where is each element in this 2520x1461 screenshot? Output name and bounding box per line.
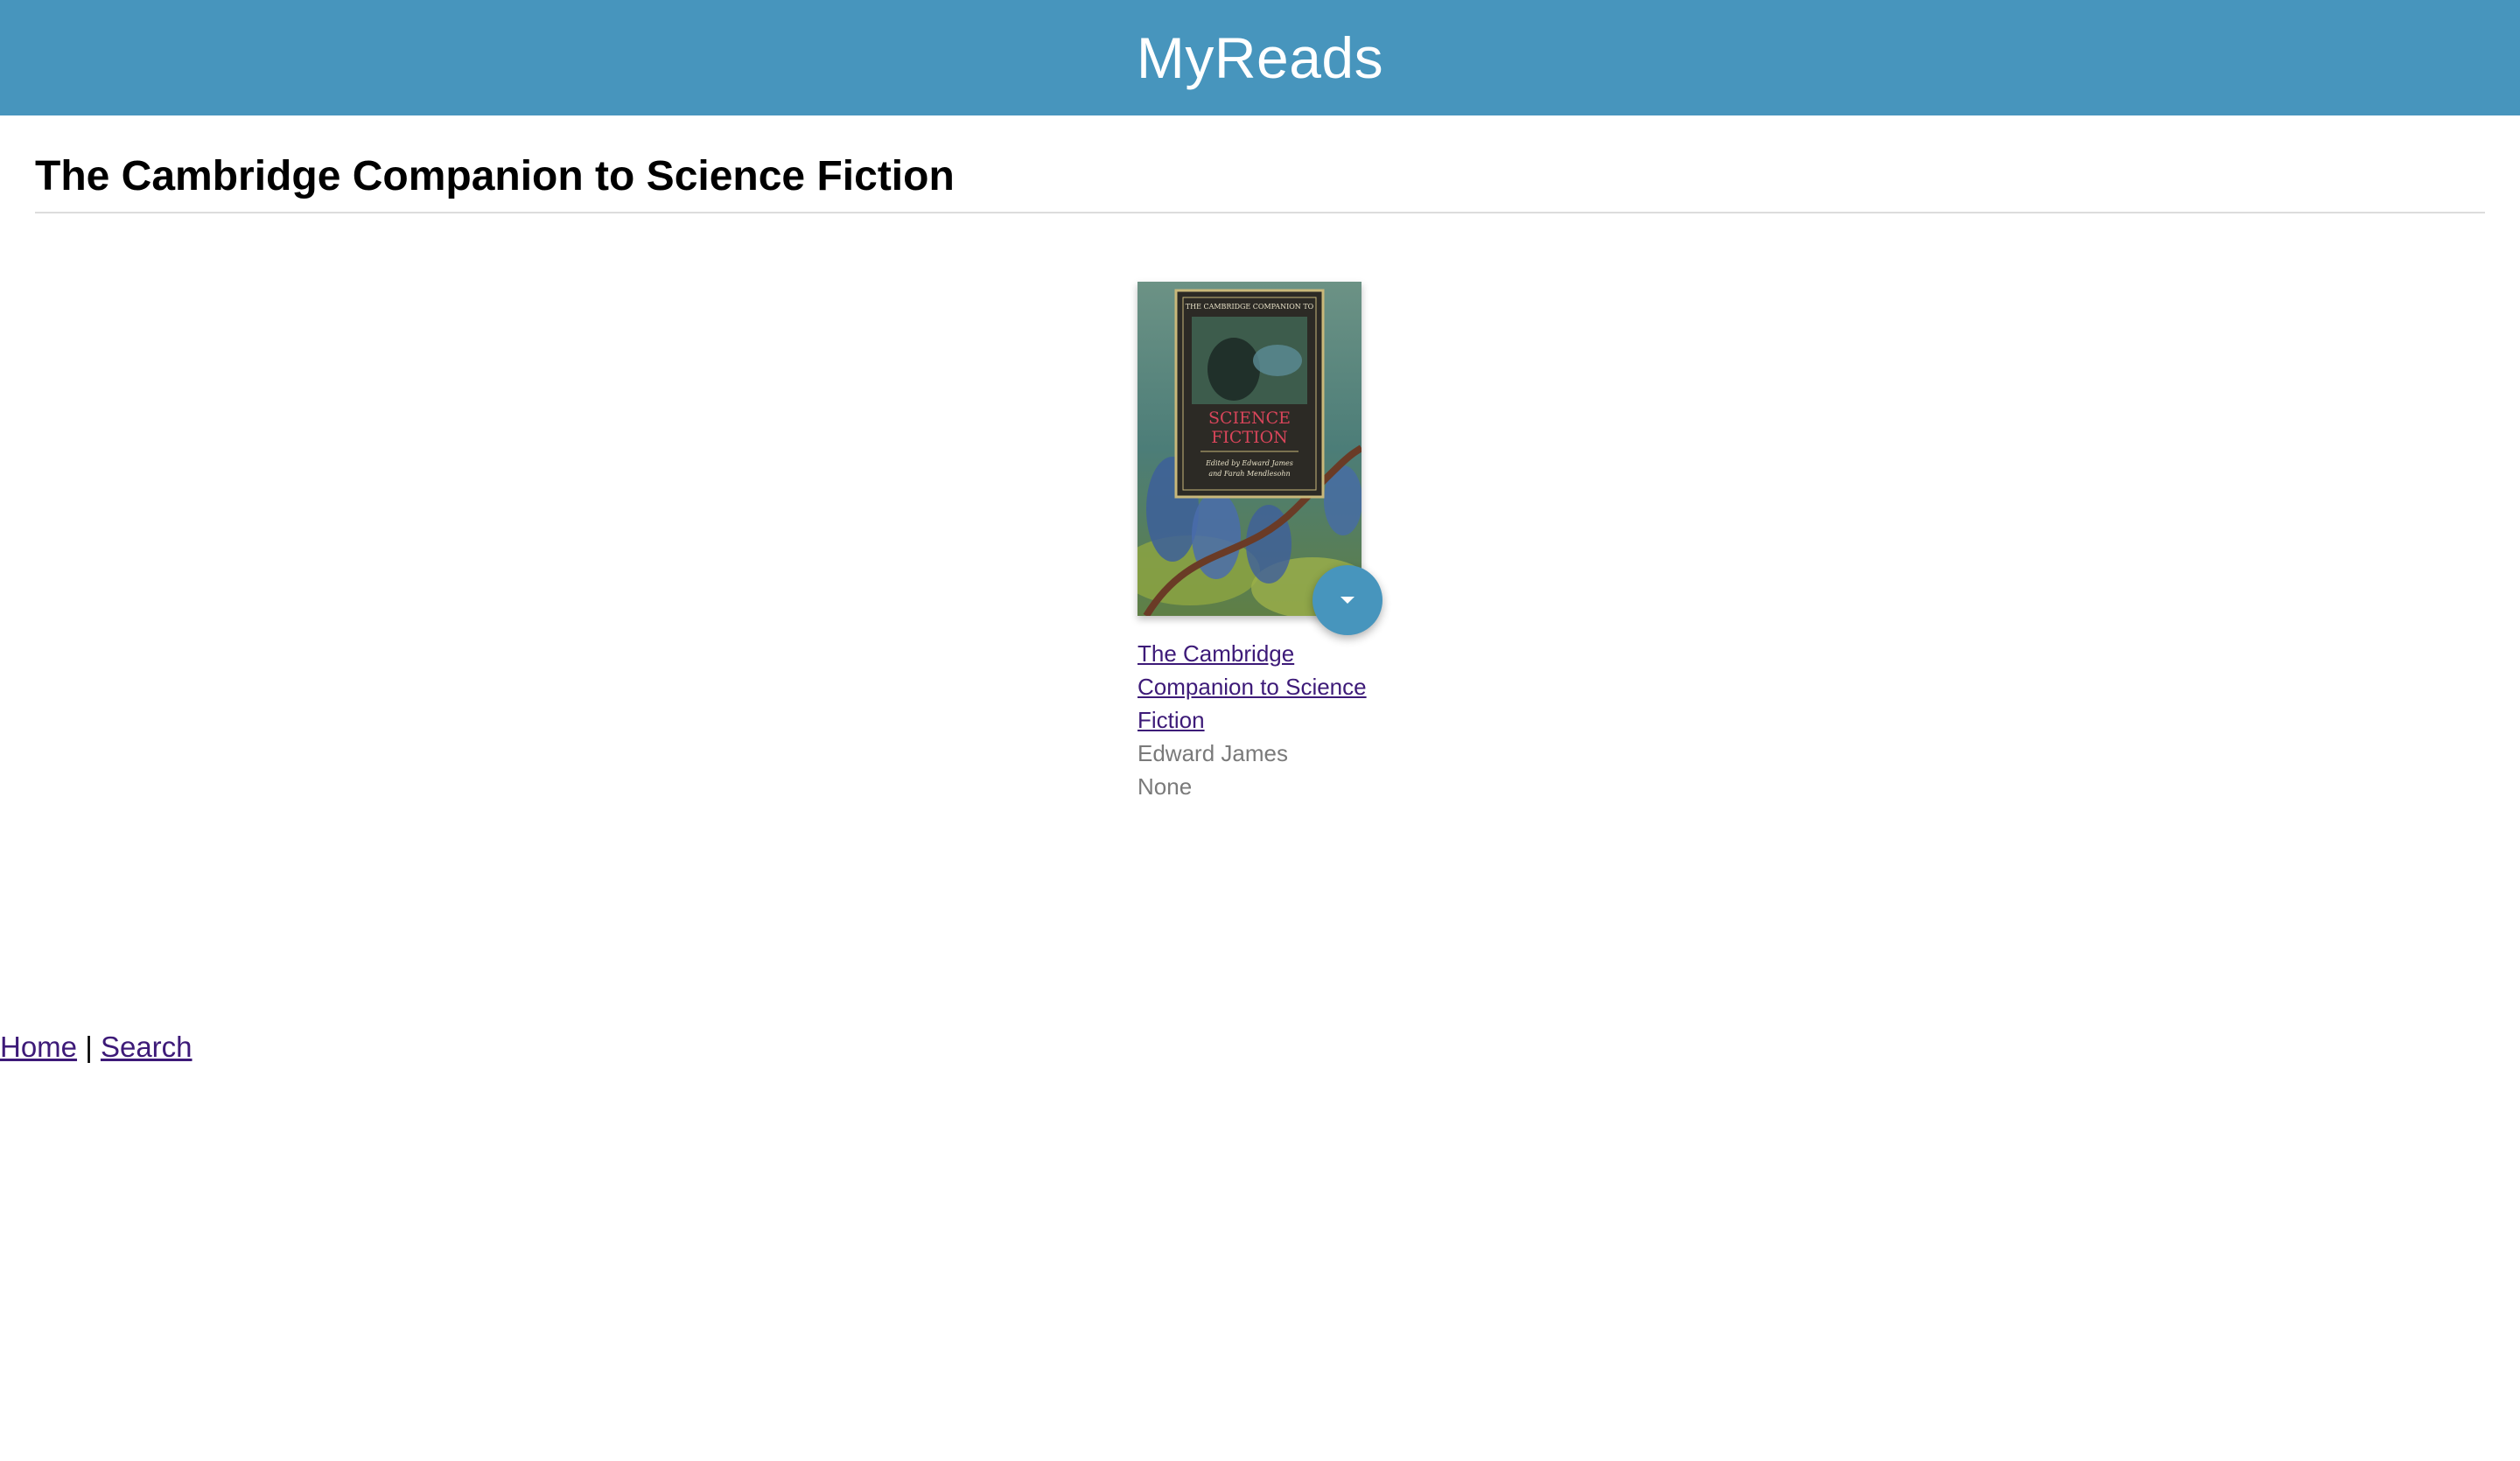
search-link[interactable]: Search	[101, 1031, 192, 1063]
cover-title-line2: FICTION	[1211, 428, 1288, 447]
title-divider	[35, 212, 2485, 213]
book-authors: Edward James	[1138, 740, 1288, 766]
book-title-link[interactable]: The Cambridge Companion to Science Ficti…	[1138, 637, 1391, 737]
nav-separator: |	[85, 1031, 93, 1063]
page-title: The Cambridge Companion to Science Ficti…	[35, 153, 955, 199]
cover-title-line1: SCIENCE	[1208, 409, 1291, 428]
shelf-changer-button[interactable]	[1312, 565, 1382, 635]
book-shelf-status: None	[1138, 773, 1193, 800]
caret-down-icon	[1340, 597, 1354, 604]
book-cover-art: THE CAMBRIDGE COMPANION TO SCIENCE FICTI…	[1138, 282, 1362, 616]
footer-nav: Home | Search	[0, 1029, 192, 1066]
book-cover: THE CAMBRIDGE COMPANION TO SCIENCE FICTI…	[1138, 282, 1362, 616]
cover-top-text: THE CAMBRIDGE COMPANION TO	[1186, 303, 1314, 311]
cover-editors-line2: and Farah Mendlesohn	[1208, 470, 1290, 478]
app-title: MyReads	[1136, 25, 1384, 90]
app-header: MyReads	[0, 0, 2520, 115]
book-card: THE CAMBRIDGE COMPANION TO SCIENCE FICTI…	[1138, 282, 1391, 803]
home-link[interactable]: Home	[0, 1031, 77, 1063]
cover-editors-line1: Edited by Edward James	[1205, 459, 1293, 467]
